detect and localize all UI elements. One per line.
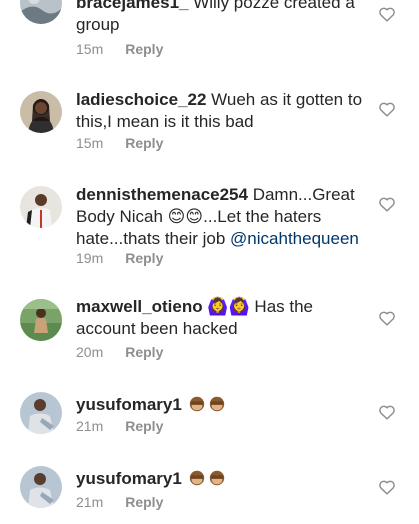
mention-link[interactable]: @nicahthequeen — [230, 229, 359, 248]
comment-username[interactable]: maxwell_otieno — [76, 297, 203, 316]
heart-outline-icon[interactable] — [378, 6, 396, 22]
avatar[interactable] — [20, 0, 62, 24]
comment-timestamp: 20m — [76, 344, 104, 360]
avatar[interactable] — [20, 91, 62, 133]
see-no-evil-monkey-emoji — [187, 395, 227, 414]
avatar[interactable] — [20, 299, 62, 341]
see-no-evil-monkey-emoji — [187, 469, 227, 488]
reply-button[interactable]: Reply — [125, 418, 163, 434]
avatar[interactable] — [20, 392, 62, 434]
reply-button[interactable]: Reply — [125, 135, 163, 151]
comment-list: bracejames1_ Willy pozze created a group… — [0, 0, 419, 524]
comment-timestamp: 19m — [76, 250, 104, 266]
avatar[interactable] — [20, 466, 62, 508]
comment-timestamp: 15m — [76, 135, 104, 151]
smiling-face-emoji: 😊😊 — [167, 207, 204, 227]
avatar[interactable] — [20, 186, 62, 228]
reply-button[interactable]: Reply — [125, 494, 163, 510]
heart-outline-icon[interactable] — [378, 196, 396, 212]
heart-outline-icon[interactable] — [378, 101, 396, 117]
comment-timestamp: 15m — [76, 41, 104, 57]
heart-outline-icon[interactable] — [378, 404, 396, 420]
reply-button[interactable]: Reply — [125, 344, 163, 360]
comment-username[interactable]: yusufomary1 — [76, 395, 182, 414]
comment-username[interactable]: ladieschoice_22 — [76, 90, 206, 109]
heart-outline-icon[interactable] — [378, 479, 396, 495]
reply-button[interactable]: Reply — [125, 41, 163, 57]
heart-outline-icon[interactable] — [378, 310, 396, 326]
reply-button[interactable]: Reply — [125, 250, 163, 266]
comment-username[interactable]: bracejames1_ — [76, 0, 188, 12]
comment-username[interactable]: dennisthemenace254 — [76, 185, 248, 204]
comment-username[interactable]: yusufomary1 — [76, 469, 182, 488]
woman-gesturing-ok-emoji: 🙆‍♀️🙆‍♀️ — [207, 297, 250, 317]
comment-timestamp: 21m — [76, 494, 104, 510]
comment-timestamp: 21m — [76, 418, 104, 434]
